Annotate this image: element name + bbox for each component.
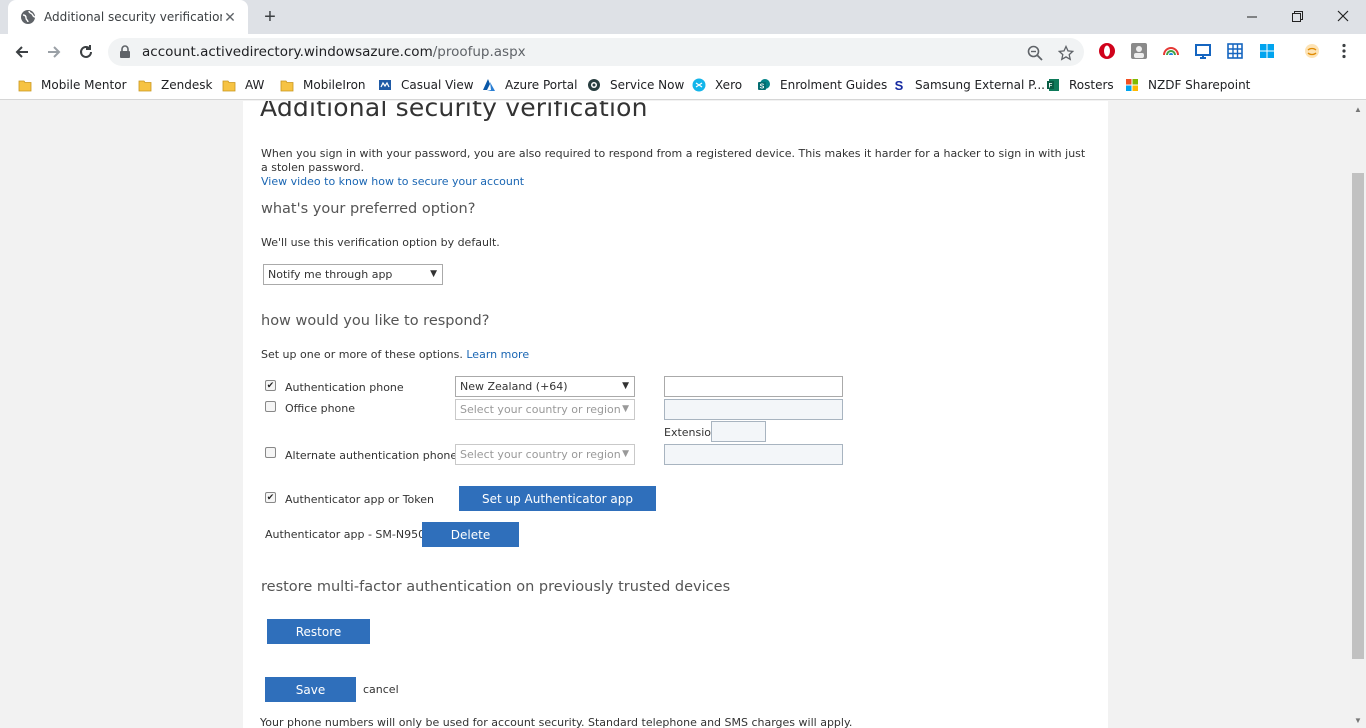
dropdown-arrow-icon: ▼ — [430, 269, 437, 279]
dropdown-arrow-icon: ▼ — [622, 381, 629, 391]
page-viewport: Additional security verification When yo… — [0, 101, 1350, 728]
tab-title: Additional security verification — [44, 10, 222, 24]
intro-paragraph: When you sign in with your password, you… — [261, 147, 1091, 189]
reload-button[interactable] — [74, 40, 98, 64]
alt-phone-input[interactable] — [664, 444, 843, 465]
folder-icon — [221, 77, 237, 93]
samsung-s-icon: S — [891, 77, 907, 93]
respond-description: Set up one or more of these options. Lea… — [261, 348, 530, 361]
url-text: account.activedirectory.windowsazure.com… — [142, 44, 526, 60]
rainbow-extension-icon[interactable] — [1162, 42, 1180, 60]
new-tab-button[interactable]: + — [258, 6, 282, 28]
preferred-heading: what's your preferred option? — [261, 201, 476, 217]
svg-text:S: S — [895, 78, 904, 92]
restore-window-button[interactable] — [1274, 0, 1320, 32]
video-link[interactable]: View video to know how to secure your ac… — [261, 175, 524, 188]
account-extension-icon[interactable] — [1303, 42, 1321, 60]
remote-desktop-extension-icon[interactable] — [1194, 42, 1212, 60]
device-label: Authenticator app - SM-N950F — [265, 528, 432, 541]
forms-icon: F — [1045, 77, 1061, 93]
office-phone-label: Office phone — [285, 402, 356, 415]
browser-tab[interactable]: Additional security verification ✕ — [8, 0, 248, 34]
extension-input[interactable] — [711, 421, 766, 442]
bookmark-samsung-external[interactable]: S Samsung External P... — [891, 76, 1045, 94]
authenticator-app-checkbox[interactable]: ✔ — [265, 492, 276, 503]
bookmark-mobile-mentor[interactable]: Mobile Mentor — [17, 76, 127, 94]
close-window-button[interactable] — [1320, 0, 1366, 32]
bookmark-casual-view[interactable]: Casual View — [377, 76, 474, 94]
svg-text:F: F — [1049, 84, 1053, 90]
zoom-icon[interactable] — [1026, 44, 1044, 62]
setup-authenticator-button[interactable]: Set up Authenticator app — [459, 486, 656, 511]
browser-toolbar: account.activedirectory.windowsazure.com… — [0, 34, 1366, 70]
auth-phone-checkbox[interactable]: ✔ — [265, 380, 276, 391]
servicenow-icon — [586, 77, 602, 93]
restore-heading: restore multi-factor authentication on p… — [261, 579, 731, 595]
microsoft-icon — [1124, 77, 1140, 93]
bookmark-zendesk[interactable]: Zendesk — [137, 76, 212, 94]
intro-text: When you sign in with your password, you… — [261, 147, 1086, 174]
bookmark-rosters[interactable]: F Rosters — [1045, 76, 1114, 94]
bookmark-aw[interactable]: AW — [221, 76, 264, 94]
alt-phone-checkbox[interactable] — [265, 447, 276, 458]
bookmark-mobileiron[interactable]: MobileIron — [279, 76, 366, 94]
bookmark-nzdf-sharepoint[interactable]: NZDF Sharepoint — [1124, 76, 1250, 94]
delete-button[interactable]: Delete — [422, 522, 519, 547]
back-button[interactable] — [10, 40, 34, 64]
minimize-button[interactable] — [1229, 0, 1275, 32]
star-icon[interactable] — [1057, 44, 1075, 62]
address-bar[interactable]: account.activedirectory.windowsazure.com… — [108, 38, 1084, 66]
more-menu-icon[interactable] — [1335, 42, 1353, 60]
bookmark-service-now[interactable]: Service Now — [586, 76, 684, 94]
lock-icon — [118, 45, 132, 59]
save-button[interactable]: Save — [265, 677, 356, 702]
forward-button[interactable] — [42, 40, 66, 64]
auth-phone-label: Authentication phone — [285, 381, 404, 394]
folder-icon — [17, 77, 33, 93]
respond-heading: how would you like to respond? — [261, 313, 490, 329]
auth-phone-input[interactable] — [664, 376, 843, 397]
page-title: Additional security verification — [260, 101, 648, 122]
bookmark-xero[interactable]: Xero — [691, 76, 742, 94]
close-icon[interactable]: ✕ — [222, 9, 238, 25]
bookmark-enrolment-guides[interactable]: S Enrolment Guides — [756, 76, 887, 94]
authenticator-app-label: Authenticator app or Token — [285, 493, 434, 506]
bookmarks-bar: Mobile Mentor Zendesk AW MobileIron Casu… — [0, 70, 1366, 100]
page-scrollbar[interactable]: ▲ ▼ — [1350, 101, 1366, 728]
bookmark-azure-portal[interactable]: Azure Portal — [481, 76, 577, 94]
footer-note: Your phone numbers will only be used for… — [260, 716, 853, 728]
extension-label: Extension — [664, 426, 719, 439]
alt-phone-country-select[interactable]: Select your country or region ▼ — [455, 444, 635, 465]
preferred-description: We'll use this verification option by de… — [261, 236, 500, 249]
restore-button[interactable]: Restore — [267, 619, 370, 644]
preferred-option-select[interactable]: Notify me through app ▼ — [263, 264, 443, 285]
dropdown-arrow-icon: ▼ — [622, 404, 629, 414]
grid-extension-icon[interactable] — [1226, 42, 1244, 60]
opera-extension-icon[interactable] — [1098, 42, 1116, 60]
scroll-down-icon[interactable]: ▼ — [1350, 712, 1366, 728]
cancel-link[interactable]: cancel — [363, 683, 399, 696]
office-phone-checkbox[interactable] — [265, 401, 276, 412]
casual-view-icon — [377, 77, 393, 93]
scroll-thumb[interactable] — [1352, 173, 1364, 659]
azure-icon — [481, 77, 497, 93]
office-phone-input[interactable] — [664, 399, 843, 420]
xero-icon — [691, 77, 707, 93]
office-phone-country-select[interactable]: Select your country or region ▼ — [455, 399, 635, 420]
alt-phone-label: Alternate authentication phone — [285, 449, 458, 462]
tab-strip: Additional security verification ✕ + — [0, 0, 1366, 34]
profile-extension-icon[interactable] — [1130, 42, 1148, 60]
sharepoint-icon: S — [756, 77, 772, 93]
svg-text:S: S — [760, 84, 765, 91]
globe-icon — [20, 9, 36, 25]
learn-more-link[interactable]: Learn more — [466, 348, 529, 361]
folder-icon — [279, 77, 295, 93]
windows-extension-icon[interactable] — [1258, 42, 1276, 60]
auth-phone-country-select[interactable]: New Zealand (+64) ▼ — [455, 376, 635, 397]
folder-icon — [137, 77, 153, 93]
dropdown-arrow-icon: ▼ — [622, 449, 629, 459]
scroll-up-icon[interactable]: ▲ — [1350, 101, 1366, 117]
